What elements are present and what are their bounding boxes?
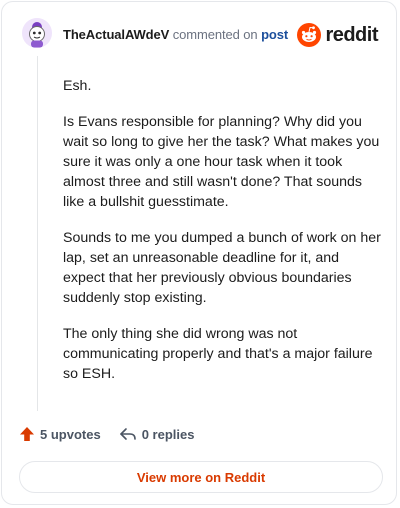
upvote-button[interactable]: 5 upvotes: [19, 426, 101, 442]
comment-paragraph: Esh.: [63, 78, 92, 94]
avatar-icon: [22, 18, 52, 48]
reddit-snoo-icon: [297, 23, 322, 47]
upvote-count: 5 upvotes: [40, 426, 101, 442]
embed-card: TheActualAWdeV commented on post reddit …: [1, 1, 397, 505]
reply-arrow-icon: [119, 428, 136, 440]
reddit-brand[interactable]: reddit: [297, 22, 378, 48]
view-more-button[interactable]: View more on Reddit: [19, 461, 383, 493]
reply-button[interactable]: 0 replies: [119, 426, 195, 442]
action-text: commented on: [172, 27, 258, 42]
user-avatar[interactable]: [22, 18, 52, 48]
upvote-arrow-icon: [20, 427, 34, 441]
comment-body: Esh. Is Evans responsible for planning? …: [63, 76, 383, 400]
reddit-wordmark: reddit: [325, 23, 378, 46]
comment-paragraph: Sounds to me you dumped a bunch of work …: [63, 230, 381, 306]
comment-actions: 5 upvotes 0 replies: [19, 426, 212, 442]
post-link[interactable]: post: [261, 27, 288, 42]
comment-header: TheActualAWdeV commented on post reddit: [22, 18, 380, 52]
thread-line: [37, 56, 38, 411]
comment-meta: TheActualAWdeV commented on post: [63, 27, 288, 42]
author-name[interactable]: TheActualAWdeV: [63, 27, 169, 42]
comment-paragraph: The only thing she did wrong was not com…: [63, 326, 373, 382]
comment-paragraph: Is Evans responsible for planning? Why d…: [63, 114, 380, 210]
reply-count: 0 replies: [141, 426, 195, 442]
